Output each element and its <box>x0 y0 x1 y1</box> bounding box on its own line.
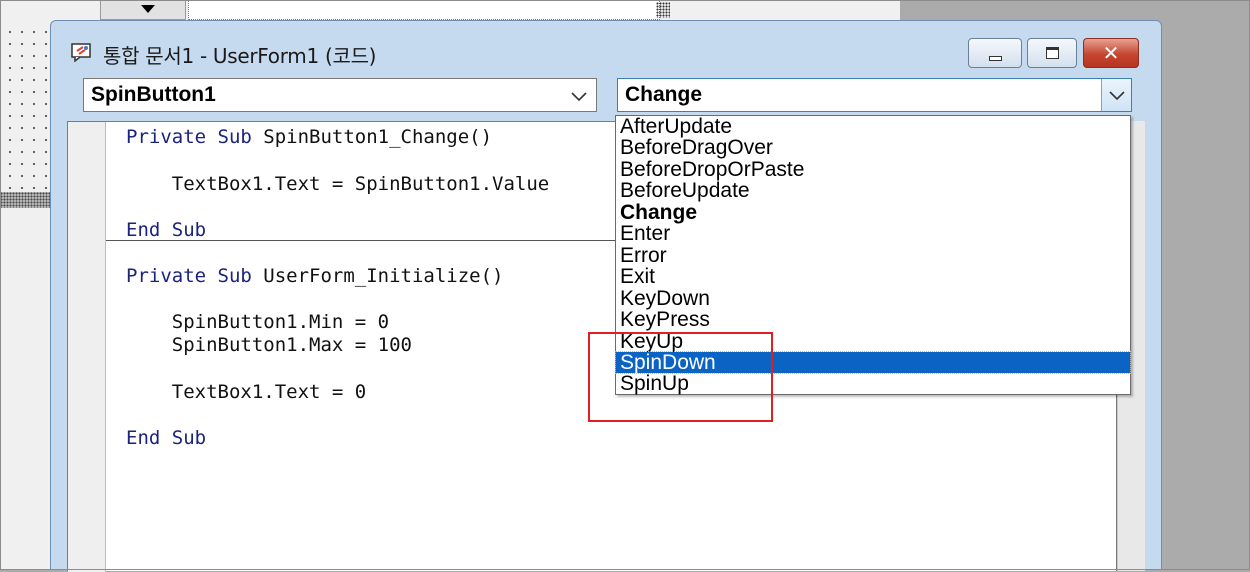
code-keyword: Private Sub <box>126 126 252 148</box>
dropdown-arrow-icon <box>141 5 155 13</box>
minimize-button[interactable] <box>968 38 1022 68</box>
code-line[interactable]: Private Sub SpinButton1_Change() <box>126 126 492 148</box>
code-text: TextBox1.Text = SpinButton1.Value <box>126 173 550 195</box>
close-button[interactable]: ✕ <box>1083 38 1139 68</box>
dropdown-item[interactable]: Error <box>616 245 1130 266</box>
userform-grid[interactable] <box>0 22 50 192</box>
code-line[interactable]: Private Sub UserForm_Initialize() <box>126 265 504 287</box>
resize-handle[interactable] <box>656 2 670 18</box>
code-keyword: End Sub <box>126 427 207 449</box>
dropdown-item[interactable]: KeyDown <box>616 288 1130 309</box>
dropdown-item-change[interactable]: Change <box>616 202 1130 223</box>
close-icon: ✕ <box>1102 41 1120 65</box>
designer-toolbar <box>0 0 900 22</box>
code-keyword: End Sub <box>126 219 207 241</box>
dropdown-item[interactable]: Exit <box>616 266 1130 287</box>
dropdown-item[interactable]: KeyPress <box>616 309 1130 330</box>
dropdown-item[interactable]: BeforeUpdate <box>616 180 1130 201</box>
code-line[interactable]: SpinButton1.Min = 0 <box>126 311 389 333</box>
code-text: SpinButton1.Max = 100 <box>126 334 412 356</box>
chevron-down-icon <box>1109 91 1125 101</box>
procedure-combo[interactable]: Change <box>617 78 1132 112</box>
dropdown-item[interactable]: BeforeDropOrPaste <box>616 159 1130 180</box>
designer-dotted-bar <box>188 0 660 20</box>
minimize-icon <box>989 56 1002 61</box>
dropdown-item[interactable]: AfterUpdate <box>616 116 1130 137</box>
chevron-down-icon[interactable] <box>569 89 589 103</box>
dropdown-item[interactable]: BeforeDragOver <box>616 137 1130 158</box>
margin-indicator-bar[interactable] <box>68 122 106 572</box>
maximize-icon <box>1046 47 1059 59</box>
code-window-icon <box>71 43 91 62</box>
code-line[interactable]: TextBox1.Text = SpinButton1.Value <box>126 173 550 195</box>
code-line[interactable]: SpinButton1.Max = 100 <box>126 334 412 356</box>
code-text: TextBox1.Text = 0 <box>126 381 367 403</box>
designer-dropdown[interactable] <box>100 0 186 20</box>
window-title: 통합 문서1 - UserForm1 (코드) <box>103 44 377 68</box>
code-text: SpinButton1_Change() <box>251 126 493 148</box>
object-combo-value: SpinButton1 <box>91 83 216 106</box>
dropdown-item[interactable]: Enter <box>616 223 1130 244</box>
maximize-button[interactable] <box>1027 38 1077 68</box>
object-combo[interactable]: SpinButton1 <box>83 78 597 112</box>
userform-edge <box>0 192 50 208</box>
code-line[interactable]: TextBox1.Text = 0 <box>126 381 366 403</box>
code-line[interactable]: End Sub <box>126 219 206 241</box>
code-keyword: Private Sub <box>126 265 252 287</box>
title-bar[interactable]: 통합 문서1 - UserForm1 (코드) ✕ <box>51 21 1161 81</box>
code-text: SpinButton1.Min = 0 <box>126 311 390 333</box>
annotation-highlight-box <box>588 332 773 422</box>
code-line[interactable]: End Sub <box>126 427 206 449</box>
procedure-combo-button[interactable] <box>1101 79 1131 111</box>
procedure-combo-value: Change <box>625 83 703 106</box>
code-text: UserForm_Initialize() <box>251 265 504 287</box>
